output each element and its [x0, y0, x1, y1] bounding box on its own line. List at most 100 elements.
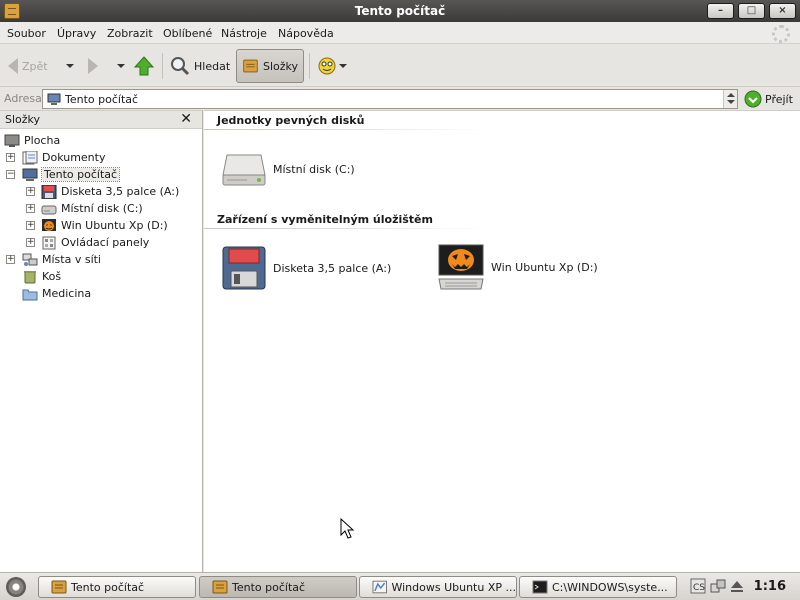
- folders-icon: [243, 59, 258, 73]
- language-icon[interactable]: CS: [690, 578, 706, 594]
- start-menu-icon[interactable]: [6, 577, 26, 597]
- drive-label: Win Ubuntu Xp (D:): [491, 260, 598, 274]
- network-status-icon[interactable]: [710, 578, 726, 594]
- tree-item-label: Dokumenty: [42, 151, 106, 164]
- back-dropdown[interactable]: [66, 49, 74, 83]
- drive-label: Disketa 3,5 palce (A:): [273, 261, 392, 275]
- hard-disk-icon: [222, 154, 266, 186]
- tree-item-label: Koš: [42, 270, 62, 283]
- toolbar-separator: [162, 53, 163, 79]
- documents-icon: [22, 150, 38, 164]
- activity-throbber-icon: [772, 25, 790, 43]
- folder-pane-title: Složky: [5, 113, 41, 126]
- computer-icon: [22, 168, 38, 181]
- search-label: Hledat: [194, 59, 231, 73]
- maximize-button[interactable]: □: [738, 3, 765, 19]
- network-icon: [22, 253, 38, 266]
- clock: 1:16: [753, 579, 786, 594]
- drive-tile-floppy[interactable]: Disketa 3,5 palce (A:): [221, 245, 391, 291]
- pumpkin-computer-icon: [438, 244, 484, 290]
- drive-tile-local-disk[interactable]: Místní disk (C:): [221, 149, 355, 189]
- folder-icon: [22, 289, 38, 300]
- menu-view[interactable]: Zobrazit: [107, 27, 153, 40]
- address-input[interactable]: Tento počítač: [42, 89, 738, 109]
- section-divider: [204, 228, 488, 229]
- forward-dropdown[interactable]: [117, 49, 125, 83]
- go-arrow-icon: [744, 90, 762, 108]
- forward-arrow-icon: [88, 58, 98, 74]
- section-title-removable: Zařízení s vyměnitelným úložištěm: [217, 213, 433, 226]
- tree-item-network[interactable]: Místa v síti: [22, 251, 101, 268]
- close-button[interactable]: ×: [769, 3, 796, 19]
- task-button[interactable]: Tento počítač: [38, 576, 196, 598]
- hard-disk-icon: [41, 205, 57, 214]
- task-button[interactable]: C:\WINDOWS\syste...: [519, 576, 677, 598]
- tree-item-label: Ovládací panely: [61, 236, 150, 249]
- svg-text:CS: CS: [693, 583, 705, 593]
- task-label: Tento počítač: [232, 580, 306, 594]
- go-label: Přejít: [765, 92, 793, 106]
- expand-toggle[interactable]: +: [6, 153, 15, 162]
- trash-icon: [24, 270, 36, 283]
- forward-button[interactable]: [88, 49, 98, 83]
- tree-item-label: Tento počítač: [40, 167, 121, 182]
- folder-window-icon: [212, 580, 228, 594]
- tree-item-medicina[interactable]: Medicina: [22, 285, 91, 302]
- tree-item-desktop[interactable]: Plocha: [4, 132, 60, 149]
- folders-button[interactable]: Složky: [236, 49, 304, 83]
- tree-item-local-disk[interactable]: Místní disk (C:): [41, 200, 143, 217]
- section-divider: [204, 129, 488, 130]
- toolbar: Zpět Hledat Složky: [0, 45, 800, 87]
- address-value: Tento počítač: [65, 93, 139, 106]
- chevron-down-icon: [339, 64, 347, 68]
- control-panel-icon: [42, 236, 56, 249]
- expand-toggle[interactable]: +: [26, 187, 35, 196]
- folders-label: Složky: [262, 59, 298, 73]
- tree-item-documents[interactable]: Dokumenty: [22, 149, 105, 166]
- section-title-hard-disks: Jednotky pevných disků: [217, 114, 365, 127]
- task-button-active[interactable]: Tento počítač: [199, 576, 357, 598]
- up-arrow-icon: [134, 56, 154, 76]
- expand-toggle[interactable]: +: [26, 238, 35, 247]
- menu-help[interactable]: Nápověda: [278, 27, 334, 40]
- task-button[interactable]: Windows Ubuntu XP ...: [359, 576, 517, 598]
- floppy-icon: [41, 184, 57, 199]
- tree-item-label: Medicina: [42, 287, 92, 300]
- drive-tile-win-ubuntu-xp[interactable]: Win Ubuntu Xp (D:): [437, 243, 598, 291]
- address-dropdown[interactable]: [723, 90, 737, 108]
- task-label: Windows Ubuntu XP ...: [391, 580, 516, 594]
- browser-icon: [372, 580, 388, 594]
- task-label: Tento počítač: [71, 580, 145, 594]
- folder-pane: Složky ✕ Plocha + Dokumenty − Tento počí…: [0, 110, 203, 572]
- taskbar: Tento počítač Tento počítač Windows Ubun…: [0, 572, 800, 600]
- tree-item-win-ubuntu-xp[interactable]: Win Ubuntu Xp (D:): [41, 217, 168, 234]
- menu-file[interactable]: Soubor: [7, 27, 46, 40]
- address-label: Adresa: [4, 92, 42, 105]
- tree-item-label: Místa v síti: [42, 253, 101, 266]
- tree-item-control-panel[interactable]: Ovládací panely: [41, 234, 149, 251]
- search-button[interactable]: Hledat: [170, 49, 230, 83]
- up-button[interactable]: [134, 49, 154, 83]
- console-icon: [532, 580, 548, 594]
- drive-label: Místní disk (C:): [273, 162, 355, 176]
- back-button[interactable]: Zpět: [8, 49, 48, 83]
- tree-item-label: Plocha: [24, 134, 61, 147]
- go-button[interactable]: Přejít: [744, 89, 793, 109]
- back-arrow-icon: [8, 58, 18, 74]
- menu-edit[interactable]: Úpravy: [57, 27, 96, 40]
- menu-favorites[interactable]: Oblíbené: [163, 27, 212, 40]
- minimize-button[interactable]: –: [707, 3, 734, 19]
- tree-item-trash[interactable]: Koš: [22, 268, 61, 285]
- tree-item-floppy[interactable]: Disketa 3,5 palce (A:): [41, 183, 179, 200]
- pumpkin-drive-icon: [42, 218, 56, 231]
- menu-tools[interactable]: Nástroje: [221, 27, 267, 40]
- close-pane-icon[interactable]: ✕: [180, 111, 192, 127]
- expand-toggle[interactable]: +: [6, 255, 15, 264]
- computer-icon: [47, 93, 61, 105]
- collapse-toggle[interactable]: −: [6, 170, 15, 179]
- expand-toggle[interactable]: +: [26, 221, 35, 230]
- expand-toggle[interactable]: +: [26, 204, 35, 213]
- eject-icon[interactable]: [729, 578, 745, 594]
- smiley-menu-button[interactable]: [317, 49, 347, 83]
- tree-item-this-computer[interactable]: Tento počítač: [22, 166, 121, 183]
